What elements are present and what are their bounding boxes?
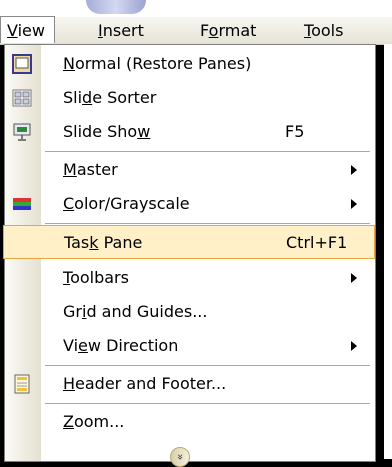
menu-item-label: Master [63, 160, 118, 179]
menu-view-mnemonic: V [7, 21, 18, 40]
menu-item-label: Color/Grayscale [63, 194, 190, 213]
menu-format-rest: rmat [218, 21, 257, 40]
menu-bar: View Insert Format Tools [0, 16, 392, 45]
menu-item-task-pane[interactable]: Task Pane Ctrl+F1 [3, 225, 375, 259]
menu-item-toolbars[interactable]: Toolbars [5, 261, 375, 295]
shortcut-label: Ctrl+F1 [286, 233, 348, 252]
slide-sorter-icon [12, 89, 32, 107]
menu-item-zoom[interactable]: Zoom... [5, 405, 375, 439]
menu-item-normal[interactable]: Normal (Restore Panes) [5, 47, 375, 81]
color-grayscale-icon [13, 198, 31, 210]
menu-item-label: Task Pane [64, 233, 143, 252]
menu-item-label: Zoom... [63, 412, 125, 431]
top-image-strip [0, 0, 392, 17]
menu-separator [45, 223, 370, 224]
submenu-arrow-icon [351, 165, 357, 175]
menu-item-label: Toolbars [63, 268, 129, 287]
menu-item-slide-show[interactable]: Slide Show F5 [5, 115, 375, 149]
menu-format-mnemonic: o [208, 21, 219, 40]
menu-separator [45, 151, 370, 152]
menu-item-grid-guides[interactable]: Grid and Guides... [5, 295, 375, 329]
menu-view[interactable]: View [0, 16, 55, 43]
shortcut-label: F5 [285, 122, 305, 141]
slide-show-icon [13, 123, 31, 141]
submenu-arrow-icon [351, 341, 357, 351]
menu-separator [45, 403, 370, 404]
submenu-arrow-icon [351, 199, 357, 209]
menu-item-header-footer[interactable]: Header and Footer... [5, 367, 375, 401]
decorative-graphic [86, 0, 146, 14]
menu-tools-rest: ools [311, 21, 344, 40]
menu-format[interactable]: Format [200, 17, 256, 44]
menu-item-label: View Direction [63, 336, 179, 355]
menu-item-label: Normal (Restore Panes) [63, 54, 252, 73]
menu-item-master[interactable]: Master [5, 153, 375, 187]
menu-item-color-grayscale[interactable]: Color/Grayscale [5, 187, 375, 221]
chevron-double-down-icon[interactable]: » [170, 447, 190, 467]
menu-format-pre: F [200, 21, 209, 40]
menu-item-view-direction[interactable]: View Direction [5, 329, 375, 363]
menu-item-label: Slide Sorter [63, 88, 157, 107]
menu-item-label: Grid and Guides... [63, 302, 208, 321]
menu-insert-rest: nsert [102, 21, 144, 40]
header-footer-icon [14, 374, 30, 394]
menu-tools-mnemonic: T [304, 21, 312, 40]
menu-tools[interactable]: Tools [304, 17, 343, 44]
menu-item-label: Slide Show [63, 122, 151, 141]
menu-view-rest: iew [17, 21, 45, 40]
menu-insert[interactable]: Insert [98, 17, 144, 44]
background-document-edge [384, 44, 392, 459]
view-dropdown-menu: Normal (Restore Panes) Slide Sorter Slid… [3, 44, 376, 467]
submenu-arrow-icon [351, 273, 357, 283]
menu-item-label: Header and Footer... [63, 374, 227, 393]
menu-separator [45, 365, 370, 366]
menu-item-slide-sorter[interactable]: Slide Sorter [5, 81, 375, 115]
normal-view-icon [12, 54, 32, 74]
